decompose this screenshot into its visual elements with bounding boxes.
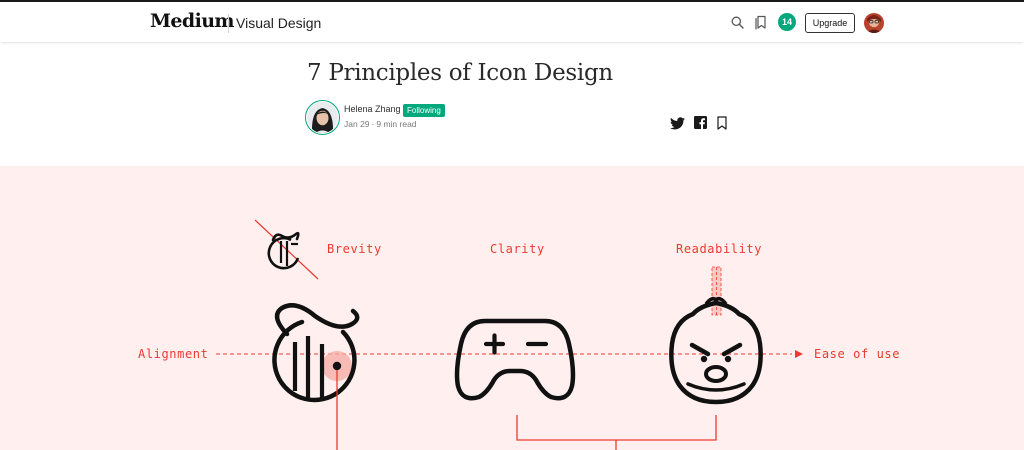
article-title: 7 Principles of Icon Design: [307, 60, 613, 86]
following-badge[interactable]: Following: [403, 104, 445, 117]
upgrade-button[interactable]: Upgrade: [805, 13, 855, 33]
post-date: Jan 29: [344, 119, 370, 129]
twitter-icon[interactable]: [670, 117, 685, 130]
read-time: 9 min read: [376, 119, 417, 129]
user-avatar[interactable]: [864, 13, 884, 33]
search-icon[interactable]: [731, 16, 744, 29]
ease-of-use-label: Ease of use: [814, 347, 901, 361]
readability-guide: [711, 266, 722, 316]
top-navbar: Medium Visual Design 14 Upgrade: [0, 0, 1024, 42]
article-meta: Jan 29 · 9 min read: [344, 119, 417, 129]
brand-divider: [228, 14, 229, 33]
medium-logo[interactable]: Medium: [150, 10, 235, 32]
bookmarks-icon[interactable]: [754, 15, 767, 30]
alignment-label: Alignment: [138, 347, 209, 361]
publication-name[interactable]: Visual Design: [236, 15, 321, 31]
facebook-icon[interactable]: [694, 116, 707, 129]
notifications-badge[interactable]: 14: [778, 13, 796, 31]
author-avatar[interactable]: [305, 100, 340, 135]
game-controller-icon: [454, 318, 576, 401]
icon-principles-diagram: [216, 219, 803, 450]
bracket-guide: [516, 415, 717, 450]
nyt-logo-small: [254, 219, 319, 280]
bookmark-icon[interactable]: [717, 116, 727, 130]
clarity-label: Clarity: [490, 242, 545, 256]
readability-label: Readability: [676, 242, 763, 256]
brevity-label: Brevity: [327, 242, 382, 256]
nyt-logo-large: [272, 303, 360, 450]
hero-illustration: Brevity Clarity Readability Alignment Ea…: [0, 166, 1024, 450]
alignment-guide: [216, 350, 803, 358]
meta-separator: ·: [371, 119, 375, 129]
author-name[interactable]: Helena Zhang: [344, 104, 401, 114]
